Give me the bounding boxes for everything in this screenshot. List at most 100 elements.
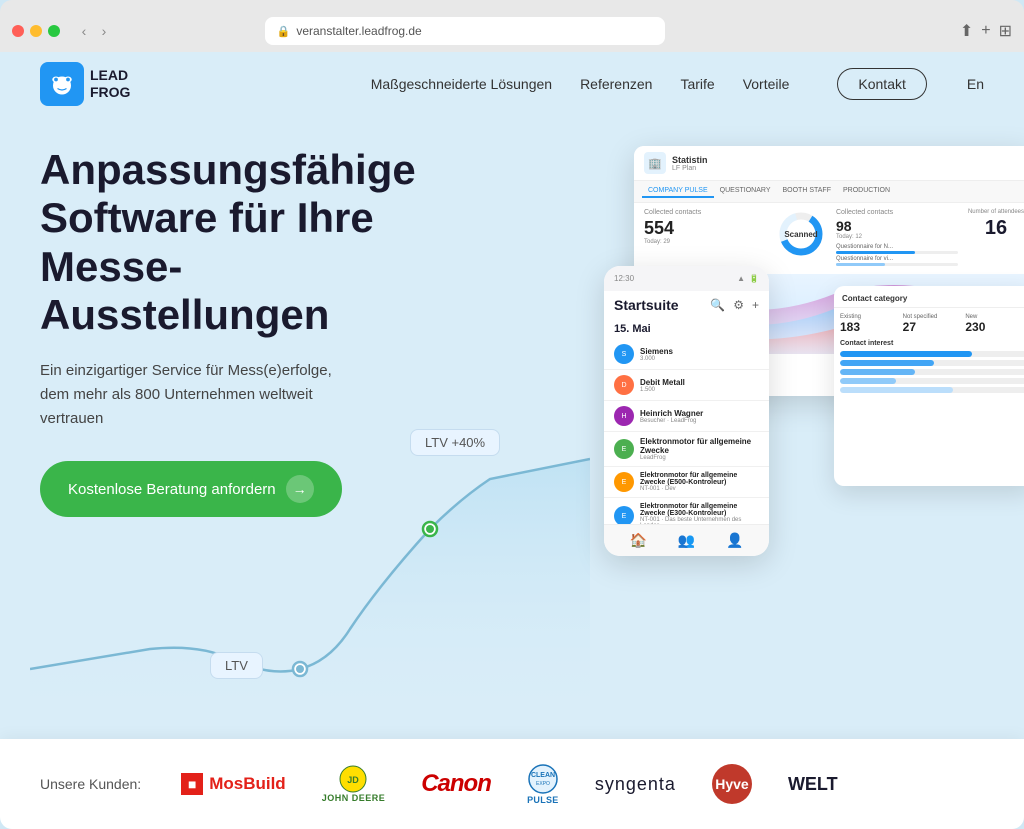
traffic-lights (12, 25, 60, 37)
contact-interest-section: Contact interest (840, 340, 1024, 393)
john-deere-text: JOHN DEERE (322, 793, 386, 803)
customers-bar: Unsere Kunden: ■ MosBuild JD JOHN DEERE … (0, 739, 1024, 829)
tab-questionary[interactable]: QUESTIONARY (714, 185, 777, 198)
donut-chart: Scanned (776, 209, 826, 268)
nav-kontakt-button[interactable]: Kontakt (837, 68, 926, 100)
item-sub: Besucher · LeadFrog (640, 418, 703, 424)
browser-chrome: ‹ › 🔒 veranstalter.leadfrog.de ⬆ + ⊞ (0, 0, 1024, 52)
item-name: Siemens (640, 347, 673, 356)
clean-expo-text: PULSE (527, 795, 559, 805)
share-icon[interactable]: ⬆ (960, 21, 973, 41)
avatar-debit: D (614, 375, 634, 395)
john-deere-icon: JD (339, 765, 367, 793)
filter-icon[interactable]: ⚙ (733, 298, 744, 312)
tabs-icon[interactable]: ⊞ (999, 21, 1012, 41)
bar2 (840, 360, 1024, 366)
tab-company-pulse[interactable]: COMPANY PULSE (642, 185, 714, 198)
nav-link-solutions[interactable]: Maßgeschneiderte Lösungen (371, 76, 552, 92)
bar3 (840, 369, 1024, 375)
mobile-bottom-bar: 🏠 👥 👤 (604, 524, 769, 556)
collected-value: 554 (644, 218, 766, 239)
avatar-elektron1: E (614, 439, 634, 459)
forward-button[interactable]: › (96, 23, 112, 39)
customers-label: Unsere Kunden: (40, 776, 141, 792)
top-nav: LEAD FROG Maßgeschneiderte Lösungen Refe… (0, 52, 1024, 116)
collected-label: Collected contacts (644, 209, 766, 216)
dash-body: Collected contacts 554 Today: 29 Scanned (634, 203, 1024, 274)
interest-label: Contact interest (840, 340, 1024, 347)
hero-title: Anpassungsfähige Software für Ihre Messe… (40, 146, 440, 339)
mosbuild-icon: ■ (181, 773, 203, 795)
app-screenshots: 🏢 Statistin LF Plan COMPANY PULSE QUESTI… (604, 146, 1024, 596)
bar5 (840, 387, 1024, 393)
logo[interactable]: LEAD FROG (40, 62, 130, 106)
item-sub: LeadFrog (640, 455, 759, 461)
syngenta-logo: syngenta (595, 774, 676, 795)
website-content: LEAD FROG Maßgeschneiderte Lösungen Refe… (0, 52, 1024, 829)
item-name: Elektronmotor für allgemeine Zwecke (E30… (640, 503, 759, 517)
mobile-header: 12:30 ▲ 🔋 (604, 266, 769, 291)
hero-cta-button[interactable]: Kostenlose Beratung anfordern → (40, 461, 342, 517)
stats-row1: Existing 183 Not specified 27 New 230 (840, 314, 1024, 334)
quest-label1: Questionnaire for N... (836, 244, 958, 250)
item-name: Elektronmotor für allgemeine Zwecke (E50… (640, 472, 759, 486)
mobile-time: 12:30 (614, 274, 634, 283)
list-item[interactable]: S Siemens3.000 (604, 339, 769, 370)
number16-value: 16 (968, 217, 1024, 240)
fullscreen-button[interactable] (48, 25, 60, 37)
list-item[interactable]: E Elektronmotor für allgemeine Zwecke (E… (604, 467, 769, 498)
hyve-text: Hyve (715, 776, 748, 792)
nav-buttons: ‹ › (76, 23, 112, 39)
dash-company: Statistin (672, 155, 708, 165)
svg-text:EXPO: EXPO (536, 781, 550, 787)
avatar-siemens: S (614, 344, 634, 364)
minimize-button[interactable] (30, 25, 42, 37)
stat-val3: 230 (965, 320, 1024, 334)
close-button[interactable] (12, 25, 24, 37)
url-text: veranstalter.leadfrog.de (296, 24, 421, 38)
clean-expo-icon: CLEAN EXPO (527, 763, 559, 795)
list-item[interactable]: E Elektronmotor für allgemeine ZweckeLea… (604, 432, 769, 467)
list-item[interactable]: H Heinrich WagnerBesucher · LeadFrog (604, 401, 769, 432)
svg-text:Scanned: Scanned (784, 230, 817, 239)
quest-label2: Questionnaire for vi... (836, 256, 958, 262)
logo-text: LEAD FROG (90, 67, 130, 101)
item-sub: 3.000 (640, 356, 673, 362)
back-button[interactable]: ‹ (76, 23, 92, 39)
more-icon[interactable]: + (752, 298, 759, 312)
contacts-icon[interactable]: 👥 (678, 532, 695, 549)
item-name: Debit Metall (640, 378, 685, 387)
cta-arrow-icon: → (286, 475, 314, 503)
svg-text:JD: JD (348, 775, 360, 785)
dash-header: 🏢 Statistin LF Plan (634, 146, 1024, 181)
tab-booth-staff[interactable]: BOOTH STAFF (776, 185, 836, 198)
home-icon[interactable]: 🏠 (629, 532, 646, 549)
number16-label: Number of attendees (968, 209, 1024, 215)
search-icon[interactable]: 🔍 (710, 298, 725, 312)
mosbuild-text: MosBuild (209, 774, 286, 794)
address-bar[interactable]: 🔒 veranstalter.leadfrog.de (265, 17, 665, 45)
company-icon: 🏢 (644, 152, 666, 174)
nav-link-references[interactable]: Referenzen (580, 76, 652, 92)
stat-collected: Collected contacts 554 Today: 29 (644, 209, 766, 268)
bar4 (840, 378, 1024, 384)
welt-logo: WELT (788, 774, 838, 795)
cta-label: Kostenlose Beratung anfordern (68, 481, 276, 498)
profile-icon[interactable]: 👤 (726, 532, 743, 549)
stat2-today: Today: 12 (836, 234, 958, 240)
item-name: Heinrich Wagner (640, 409, 703, 418)
new-tab-icon[interactable]: + (981, 22, 990, 40)
hyve-logo: Hyve (712, 764, 752, 804)
nav-link-vorteile[interactable]: Vorteile (743, 76, 790, 92)
customer-logos: ■ MosBuild JD JOHN DEERE Canon (181, 763, 984, 805)
nav-lang[interactable]: En (967, 76, 984, 92)
battery-icon: 🔋 (749, 274, 759, 283)
avatar-elektron2: E (614, 472, 634, 492)
dash-plan: LF Plan (672, 165, 708, 172)
tab-production[interactable]: PRODUCTION (837, 185, 896, 198)
stat-side: Collected contacts 98 Today: 12 Question… (836, 209, 958, 268)
list-item[interactable]: D Debit Metall1.500 (604, 370, 769, 401)
mobile-date: 15. Mai (604, 319, 769, 339)
nav-link-tarife[interactable]: Tarife (680, 76, 714, 92)
stat2-value: 98 (836, 218, 958, 234)
